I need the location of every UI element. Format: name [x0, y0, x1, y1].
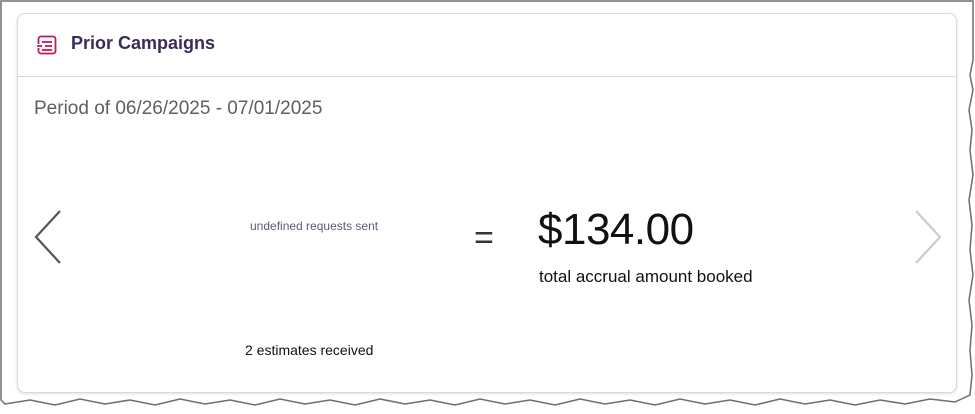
- prior-campaigns-card: Prior Campaigns Period of 06/26/2025 - 0…: [17, 13, 957, 393]
- period-range: Period of 06/26/2025 - 07/01/2025: [34, 98, 323, 119]
- previous-period-button[interactable]: [32, 209, 66, 265]
- accrual-amount: $134.00: [538, 205, 694, 254]
- screenshot-frame: Prior Campaigns Period of 06/26/2025 - 0…: [0, 0, 975, 414]
- accrual-amount-label: total accrual amount booked: [539, 267, 753, 286]
- equals-sign: =: [474, 219, 494, 257]
- next-period-button[interactable]: [910, 209, 944, 265]
- requests-sent-label: undefined requests sent: [250, 219, 379, 233]
- card-header: Prior Campaigns: [18, 14, 956, 77]
- campaign-list-icon: [36, 34, 58, 56]
- chevron-left-icon: [34, 210, 61, 264]
- card-title: Prior Campaigns: [71, 33, 216, 53]
- estimates-received-label: 2 estimates received: [245, 342, 374, 358]
- chevron-right-icon: [915, 210, 942, 264]
